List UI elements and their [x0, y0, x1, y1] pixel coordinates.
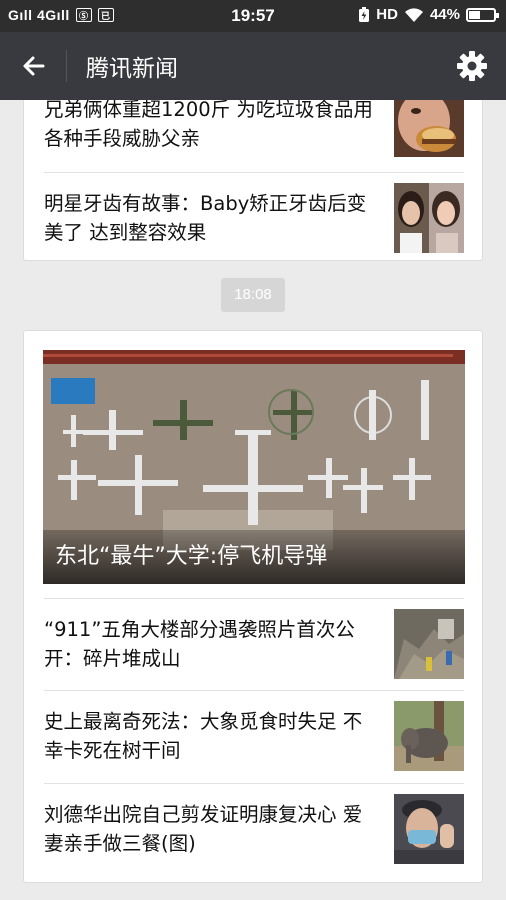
timestamp-badge: 18:08: [221, 278, 285, 312]
battery-lock-icon: [359, 6, 370, 22]
news-card: 东北“最牛”大学:停飞机导弹 “911”五角大楼部分遇袭照片首次公开：碎片堆成山…: [23, 330, 483, 883]
title-divider: [66, 50, 67, 82]
news-item[interactable]: 史上最离奇死法：大象觅食时失足 不幸卡死在树干间: [44, 691, 464, 783]
hero-caption: 东北“最牛”大学:停飞机导弹: [43, 530, 465, 584]
system-indicators: HD 44%: [358, 6, 499, 23]
news-title: 刘德华出院自己剪发证明康复决心 爱妻亲手做三餐(图): [44, 803, 363, 855]
news-title: 明星牙齿有故事：Baby矫正牙齿后变美了 达到整容效果: [44, 192, 367, 244]
news-thumbnail: [394, 701, 464, 771]
news-title: “911”五角大楼部分遇袭照片首次公开：碎片堆成山: [44, 618, 355, 670]
headline-hero[interactable]: 东北“最牛”大学:停飞机导弹: [43, 350, 465, 584]
news-thumbnail: [394, 609, 464, 679]
man-eating-image: [394, 100, 464, 157]
status-bar: Gıll 4Gıll Ⓢ 已 19:57 HD 44%: [0, 0, 506, 32]
man-with-mask-image: [394, 794, 464, 864]
arrow-left-icon: [23, 56, 45, 76]
news-feed[interactable]: 兄弟俩体重超1200斤 为吃垃圾食品用各种手段威胁父亲 明星牙齿有故事：Baby…: [0, 100, 506, 900]
settings-button[interactable]: [452, 46, 492, 86]
battery-fill: [469, 10, 481, 19]
wifi-icon: [404, 7, 423, 22]
page-title: 腾讯新闻: [86, 56, 178, 82]
battery-icon: [466, 7, 499, 22]
news-item[interactable]: 兄弟俩体重超1200斤 为吃垃圾食品用各种手段威胁父亲: [44, 100, 464, 165]
celebrity-photo-image: [394, 183, 464, 253]
title-bar: 腾讯新闻: [0, 32, 506, 100]
news-thumbnail: [394, 794, 464, 864]
news-thumbnail: [394, 100, 464, 157]
news-card-previous: 兄弟俩体重超1200斤 为吃垃圾食品用各种手段威胁父亲 明星牙齿有故事：Baby…: [23, 100, 483, 261]
news-item[interactable]: 刘德华出院自己剪发证明康复决心 爱妻亲手做三餐(图): [44, 784, 464, 882]
back-button[interactable]: [14, 46, 54, 86]
news-thumbnail: [394, 183, 464, 253]
news-item[interactable]: “911”五角大楼部分遇袭照片首次公开：碎片堆成山: [44, 599, 464, 689]
news-title: 兄弟俩体重超1200斤 为吃垃圾食品用各种手段威胁父亲: [44, 100, 373, 150]
news-item[interactable]: 明星牙齿有故事：Baby矫正牙齿后变美了 达到整容效果: [44, 173, 464, 262]
hd-indicator: HD: [376, 6, 398, 23]
elephant-photo-image: [394, 701, 464, 771]
battery-percent: 44%: [429, 6, 460, 23]
news-title: 史上最离奇死法：大象觅食时失足 不幸卡死在树干间: [44, 710, 363, 762]
rubble-photo-image: [394, 609, 464, 679]
gear-icon: [457, 51, 487, 81]
